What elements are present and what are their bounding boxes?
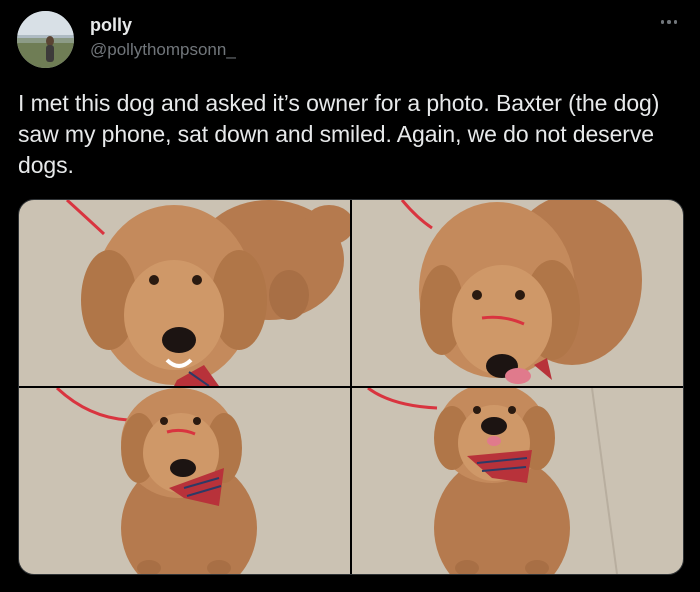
tweet: polly @pollythompsonn_ I met this dog an… bbox=[0, 0, 700, 592]
user-handle[interactable]: @pollythompsonn_ bbox=[90, 40, 236, 60]
more-horizontal-icon[interactable] bbox=[654, 12, 684, 32]
dog-photo-2[interactable] bbox=[352, 200, 683, 386]
dog-photo-1[interactable] bbox=[19, 200, 350, 386]
tweet-text: I met this dog and asked it’s owner for … bbox=[18, 90, 660, 178]
dog-photo-3[interactable] bbox=[19, 388, 350, 574]
dog-photo-4[interactable] bbox=[352, 388, 683, 574]
display-name[interactable]: polly bbox=[90, 15, 132, 36]
avatar[interactable] bbox=[17, 11, 74, 68]
media-grid bbox=[18, 199, 684, 575]
